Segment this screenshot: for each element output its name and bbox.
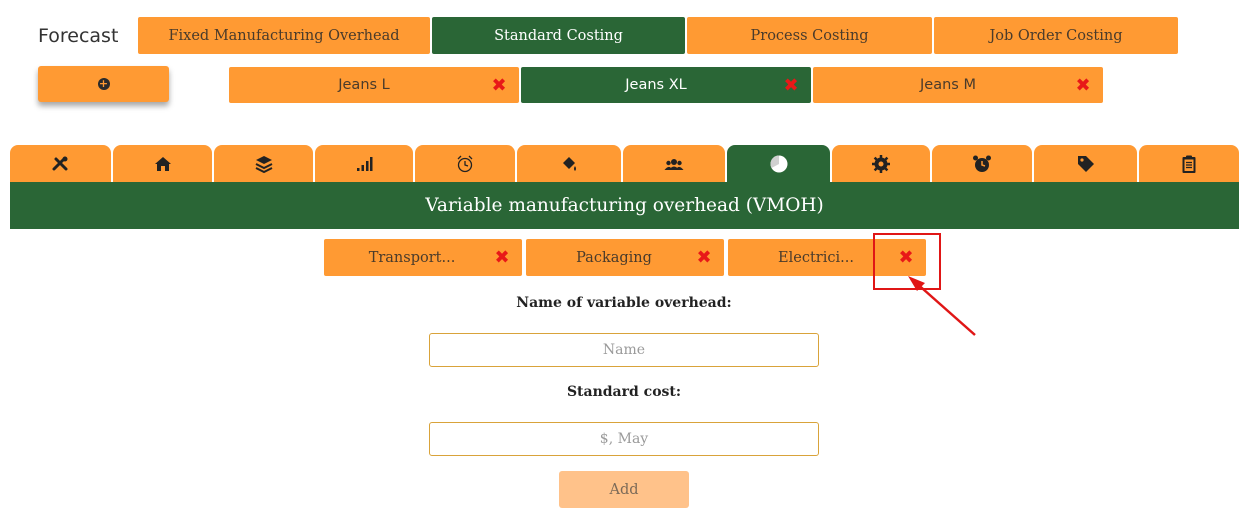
overhead-name-label: Name of variable overhead: [516,295,732,311]
add-button[interactable]: Add [559,471,689,508]
standard-cost-input[interactable] [429,422,819,456]
standard-cost-label: Standard cost: [566,384,682,400]
overhead-name-input[interactable] [429,333,819,367]
